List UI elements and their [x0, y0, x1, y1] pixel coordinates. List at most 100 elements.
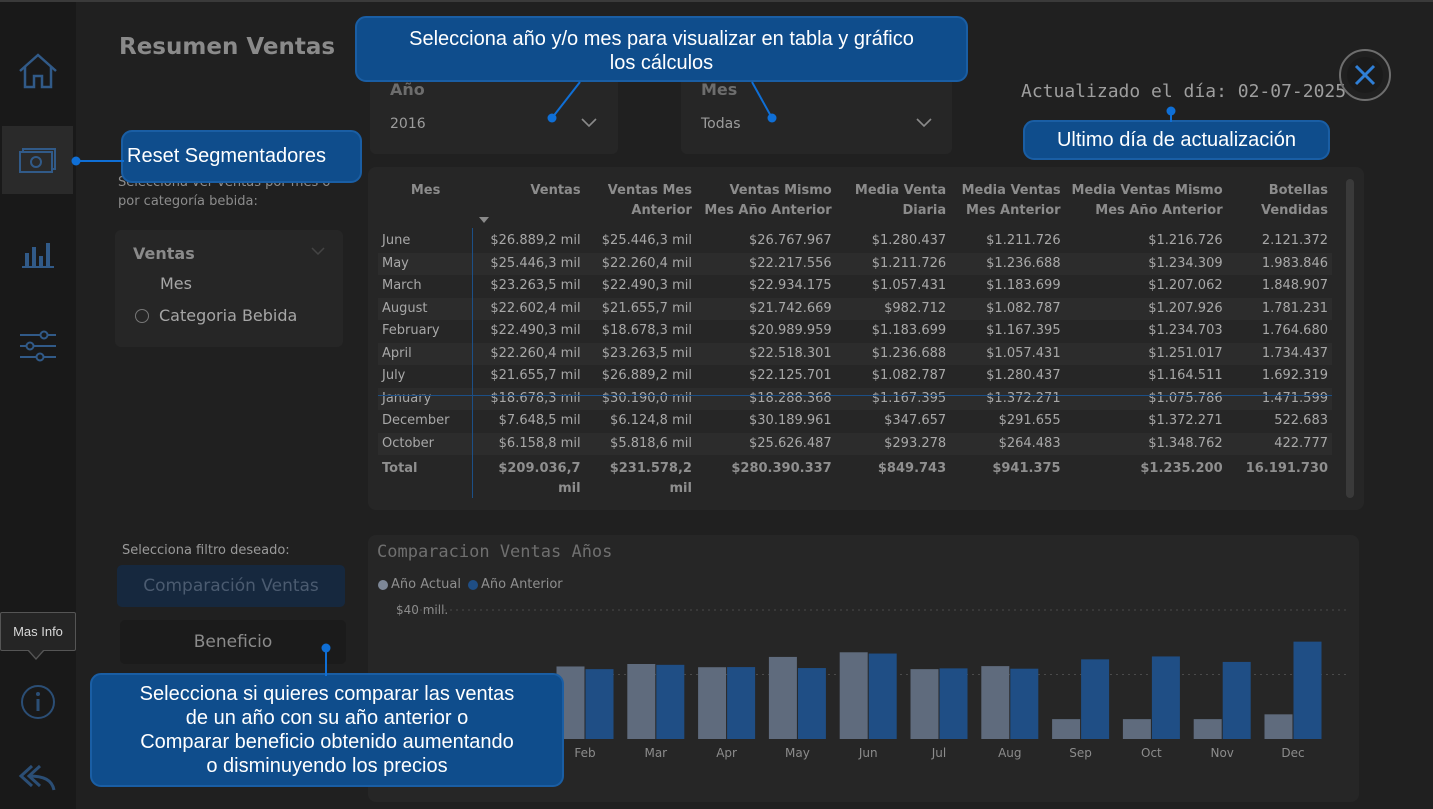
bar-current-oct[interactable] — [1122, 719, 1151, 739]
table-cell: $1.211.726 — [986, 233, 1061, 248]
settings-page-button[interactable] — [0, 312, 76, 380]
table-cell: $30.190,0 mil — [584, 387, 696, 410]
column-header[interactable]: Media Venta Diaria — [836, 177, 950, 230]
tooltip-arrow-fill — [28, 649, 44, 658]
table-row[interactable]: June $26.889,2 mil $25.446,3 mil $26.767.96… — [378, 230, 1332, 253]
bar-previous-may[interactable] — [797, 668, 826, 739]
field-option-mes[interactable]: Mes — [160, 274, 192, 293]
table-row[interactable]: December $7.648,5 mil $6.124,8 mil $30.189.… — [378, 410, 1332, 433]
table-cell: $1.075.786 — [1064, 387, 1227, 410]
profit-button[interactable]: Beneficio — [120, 620, 346, 664]
table-cell: May — [378, 252, 474, 275]
table-cell: $6.124,8 mil — [610, 413, 692, 428]
column-header[interactable]: Ventas Mes Anterior — [585, 177, 696, 230]
total-cell: $280.390.337 — [731, 461, 832, 476]
table-cell: $22.125.701 — [749, 368, 832, 383]
table-cell: $30.189.961 — [749, 413, 832, 428]
table-cell: $22.490,3 mil — [601, 278, 692, 293]
column-header[interactable]: Botellas Vendidas — [1227, 177, 1332, 230]
x-tick-label: Jul — [931, 746, 946, 760]
home-button[interactable] — [0, 37, 76, 105]
table-column-divider — [472, 228, 473, 498]
table-row[interactable]: July $21.655,7 mil $26.889,2 mil $22.125.70… — [378, 365, 1332, 388]
info-button[interactable] — [0, 668, 76, 736]
bar-current-dec[interactable] — [1264, 714, 1293, 739]
table-cell: $1.164.511 — [1148, 368, 1223, 383]
column-header[interactable]: Media Ventas Mismo Mes Año Anterior — [1065, 177, 1227, 230]
table-cell: $21.655,7 mil — [584, 297, 696, 320]
sliders-icon — [20, 330, 56, 362]
column-header[interactable]: Media Ventas Mes Anterior — [950, 177, 1064, 230]
column-header[interactable]: Ventas — [473, 177, 584, 230]
table-scrollbar[interactable] — [1346, 179, 1354, 498]
callout-pointer — [71, 156, 124, 166]
table-total-row: Total $209.036,7 mil $231.578,2 mil $280.39… — [378, 455, 1332, 501]
total-cell: $1.235.200 — [1140, 461, 1223, 476]
bar-previous-nov[interactable] — [1222, 661, 1251, 739]
table-cell: $23.263,5 mil — [584, 342, 696, 365]
bar-current-jul[interactable] — [910, 669, 939, 739]
table-cell: $25.446,3 mil — [473, 252, 585, 275]
chevron-down-icon[interactable] — [311, 246, 325, 256]
table-cell: March — [382, 278, 422, 293]
bar-current-may[interactable] — [768, 656, 797, 739]
table-cell: $1.167.395 — [835, 387, 951, 410]
field-slicer: Ventas Mes Categoria Bebida — [115, 230, 343, 347]
close-button[interactable] — [1339, 49, 1391, 101]
back-button[interactable] — [0, 744, 76, 809]
bar-previous-aug[interactable] — [1010, 668, 1039, 739]
bar-previous-apr[interactable] — [727, 667, 756, 739]
table-cell: 1.471.599 — [1226, 387, 1332, 410]
column-header[interactable]: Mes — [378, 177, 473, 230]
table-cell: $1.183.699 — [986, 278, 1061, 293]
report-canvas: Resumen Ventas Año 2016 Mes Todas Actual… — [0, 0, 1433, 809]
callout-pointer — [321, 643, 331, 676]
chevron-down-icon[interactable] — [915, 116, 933, 128]
bar-current-sep[interactable] — [1052, 719, 1081, 739]
bar-previous-jul[interactable] — [939, 668, 968, 739]
bar-previous-dec[interactable] — [1293, 641, 1322, 739]
bar-current-nov[interactable] — [1193, 719, 1222, 739]
top-border — [0, 0, 1433, 2]
radio-icon — [135, 308, 149, 323]
table-cell: $21.742.669 — [695, 297, 836, 320]
sales-matrix: Mes Ventas Ventas Mes Anterior Ventas Mismo M… — [378, 177, 1332, 501]
comparison-button[interactable]: Comparación Ventas — [117, 565, 345, 607]
table-cell: October — [378, 432, 474, 455]
table-cell: $7.648,5 mil — [498, 413, 581, 428]
table-cell: $293.278 — [835, 432, 951, 455]
table-cell: 422.777 — [1226, 432, 1332, 455]
bar-current-aug[interactable] — [981, 666, 1010, 739]
table-cell: $22.490,3 mil — [490, 323, 581, 338]
table-row[interactable]: February $22.490,3 mil $18.678,3 mil $20.98… — [378, 320, 1332, 343]
table-cell: $1.183.699 — [871, 323, 947, 338]
table-cell: $291.655 — [998, 413, 1061, 428]
x-tick-label: Dec — [1281, 746, 1304, 760]
table-row[interactable]: May $25.446,3 mil $22.260,4 mil $22.217.556… — [378, 252, 1332, 275]
table-cell: $18.678,3 mil — [473, 387, 585, 410]
bar-current-jun[interactable] — [839, 652, 868, 739]
sort-desc-icon[interactable] — [479, 217, 489, 223]
bar-current-apr[interactable] — [698, 667, 727, 739]
bar-previous-sep[interactable] — [1081, 659, 1110, 739]
bar-previous-mar[interactable] — [656, 664, 685, 739]
column-header[interactable]: Ventas Mismo Mes Año Anterior — [696, 177, 836, 230]
table-row[interactable]: August $22.602,4 mil $21.655,7 mil $21.742.… — [378, 297, 1332, 320]
table-cell: $22.934.175 — [749, 278, 832, 293]
total-cell: $849.743 — [877, 461, 947, 476]
bar-previous-jun[interactable] — [868, 653, 897, 739]
table-cell: 1.734.437 — [1226, 342, 1332, 365]
bar-previous-feb[interactable] — [585, 669, 614, 739]
back-arrow-icon — [18, 764, 56, 791]
field-option-categoria[interactable]: Categoria Bebida — [135, 306, 297, 325]
sales-page-button[interactable] — [2, 126, 73, 194]
callout-pointer — [1166, 106, 1176, 122]
table-row[interactable]: January $18.678,3 mil $30.190,0 mil $18.288… — [378, 387, 1332, 410]
bar-current-mar[interactable] — [627, 663, 656, 739]
table-row[interactable]: April $22.260,4 mil $23.263,5 mil $22.518.3… — [378, 342, 1332, 365]
table-cell: June — [382, 233, 411, 248]
table-row[interactable]: October $6.158,8 mil $5.818,6 mil $25.626.4… — [378, 432, 1332, 455]
bar-previous-oct[interactable] — [1151, 656, 1180, 739]
table-row[interactable]: March $23.263,5 mil $22.490,3 mil $22.934.1… — [378, 275, 1332, 298]
charts-page-button[interactable] — [0, 220, 76, 288]
